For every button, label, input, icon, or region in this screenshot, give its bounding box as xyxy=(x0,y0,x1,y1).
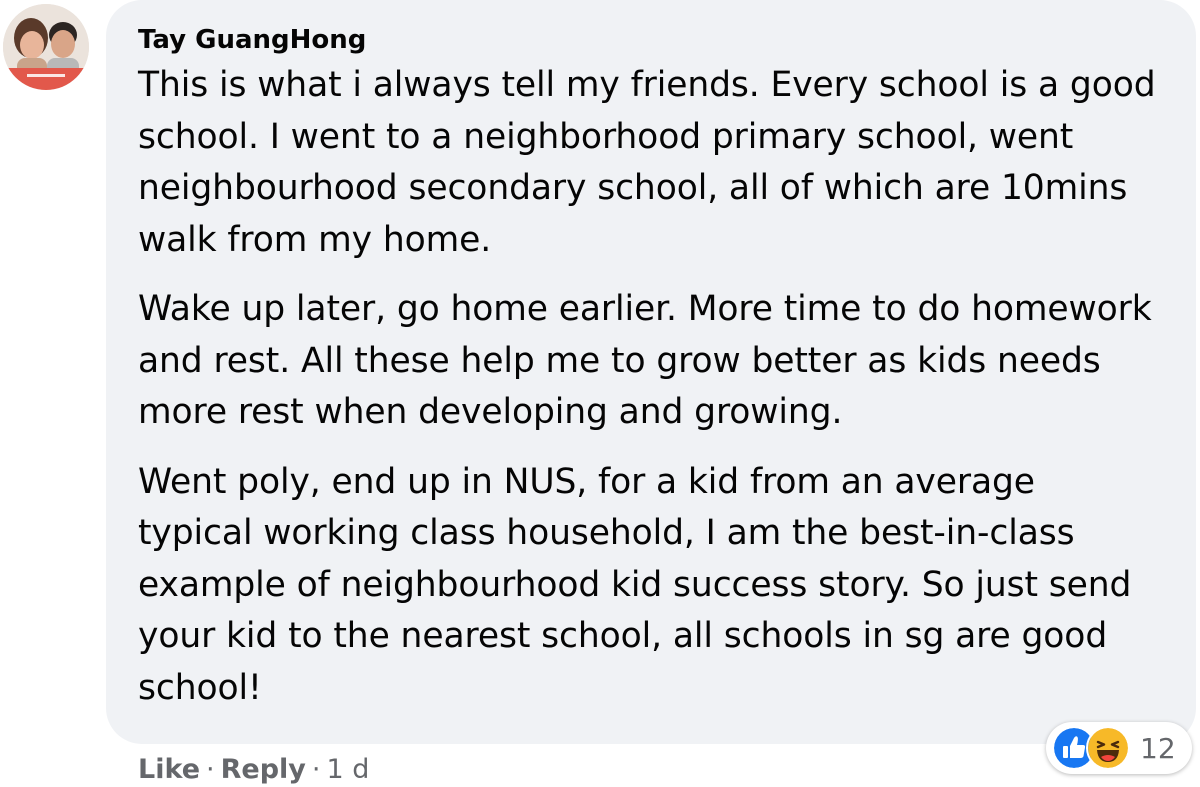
like-button[interactable]: Like xyxy=(138,754,200,785)
separator: · xyxy=(311,754,321,785)
comment-paragraph: Went poly, end up in NUS, for a kid from… xyxy=(138,461,1132,708)
comment: Tay GuangHong This is what i always tell… xyxy=(0,0,1200,787)
comment-paragraph: This is what i always tell my friends. E… xyxy=(138,65,1156,260)
reply-button[interactable]: Reply xyxy=(221,754,306,785)
separator: · xyxy=(206,754,215,785)
comment-bubble: Tay GuangHong This is what i always tell… xyxy=(106,0,1196,744)
reactions-summary[interactable]: 12 xyxy=(1046,722,1192,774)
avatar[interactable] xyxy=(3,4,89,90)
timestamp[interactable]: 1 d xyxy=(327,754,370,785)
comment-paragraph: Wake up later, go home earlier. More tim… xyxy=(138,289,1152,432)
comment-actions: Like · Reply · 1 d xyxy=(138,752,369,787)
comment-text: This is what i always tell my friends. E… xyxy=(138,60,1156,714)
reaction-count: 12 xyxy=(1140,731,1176,765)
avatar-photo xyxy=(3,4,89,90)
haha-icon xyxy=(1086,726,1130,770)
author-name[interactable]: Tay GuangHong xyxy=(138,22,1156,58)
